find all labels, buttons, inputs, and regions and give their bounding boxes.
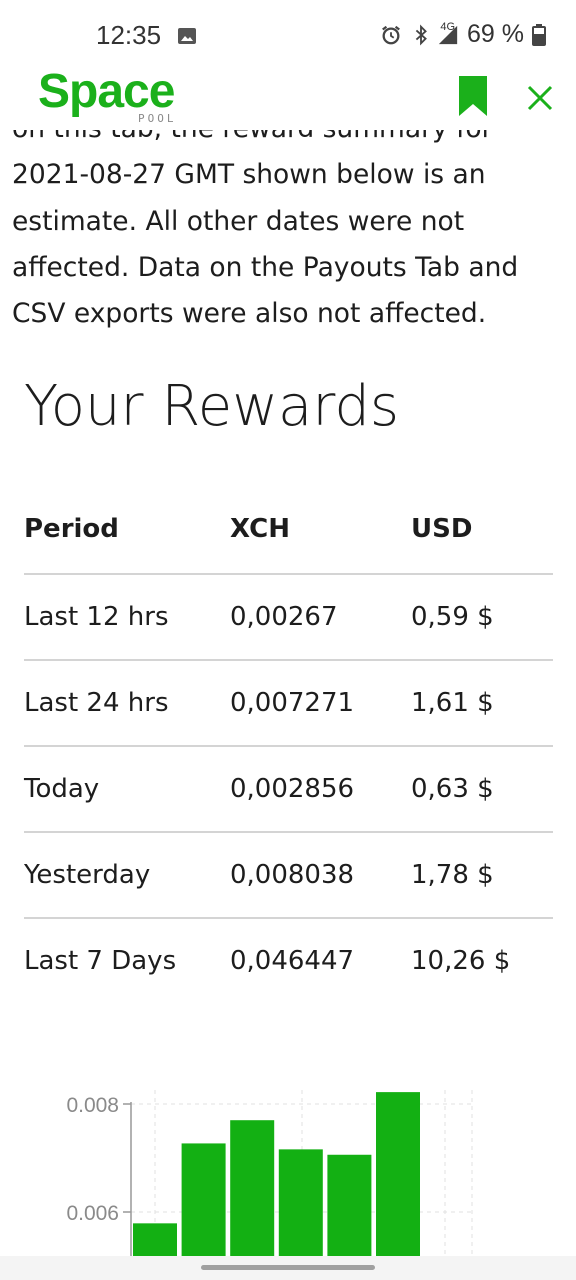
y-tick-label: 0.008 (66, 1094, 119, 1117)
cell-xch: 0,00267 (230, 574, 411, 661)
chart-bar (376, 1092, 420, 1256)
cell-period: Last 7 Days (24, 946, 177, 976)
space-pool-logo[interactable]: Space POOL (38, 65, 188, 128)
rewards-table: Period XCH USD Last 12 hrs 0,00267 0,59 … (24, 485, 553, 1003)
table-row: Yesterday 0,008038 1,78 $ (24, 832, 553, 919)
bluetooth-icon (416, 24, 428, 45)
battery-percent: 69 % (467, 20, 524, 48)
header-xch: XCH (230, 485, 411, 575)
notice-text: on this tab, the reward summary for 2021… (12, 130, 519, 330)
status-icons: 4G 69 % (380, 20, 546, 49)
status-bar: 12:35 4G 69 % (0, 0, 576, 70)
logo-text: Space (38, 65, 175, 118)
table-row: Last 12 hrs 0,00267 0,59 $ (24, 574, 553, 661)
cell-xch: 0,007271 (230, 660, 411, 747)
cell-period: Yesterday (24, 832, 230, 919)
cell-usd: 0,59 $ (411, 574, 553, 661)
cell-usd: 0,63 $ (411, 746, 553, 833)
table-row: Last 24 hrs 0,007271 1,61 $ (24, 660, 553, 747)
rewards-bar-chart: 0.008 0.006 (66, 1090, 473, 1256)
status-time: 12:35 (96, 20, 162, 50)
app-header: Space POOL (0, 65, 576, 130)
network-label: 4G (440, 20, 456, 33)
cell-usd: 1,78 $ (411, 832, 553, 919)
chart-bar (181, 1143, 226, 1256)
chart-bar (133, 1223, 177, 1256)
table-header-row: Period XCH USD (24, 485, 553, 575)
cell-period: Last 24 hrs (24, 660, 230, 747)
cell-usd: 1,61 $ (411, 660, 553, 747)
y-tick-label: 0.006 (66, 1202, 119, 1225)
rewards-title: Your Rewards (24, 374, 400, 439)
table-row: Last 7 Days 0,046447 10,26 $ (24, 918, 553, 1003)
cell-xch: 0,008038 (230, 832, 411, 919)
chart-bar (327, 1154, 372, 1256)
cell-period: Last 12 hrs (24, 574, 230, 661)
table-row: Today 0,002856 0,63 $ (24, 746, 553, 833)
chart-bar (278, 1149, 323, 1256)
cell-period: Today (24, 746, 230, 833)
header-usd: USD (411, 485, 553, 575)
system-nav-bar (0, 1256, 576, 1280)
image-icon (178, 28, 196, 44)
battery-icon (532, 23, 546, 46)
header-period: Period (24, 485, 230, 575)
logo-subtext: POOL (138, 112, 177, 125)
chart-bar (230, 1120, 275, 1256)
close-icon[interactable] (526, 84, 554, 112)
page-content: on this tab, the reward summary for 2021… (0, 130, 576, 1256)
bookmark-icon[interactable] (458, 76, 488, 116)
home-gesture-handle[interactable] (201, 1265, 375, 1270)
cell-xch: 0,002856 (230, 746, 411, 833)
cell-xch: 0,046447 (230, 946, 355, 976)
alarm-icon (382, 25, 401, 44)
cell-usd: 10,26 $ (411, 946, 511, 976)
